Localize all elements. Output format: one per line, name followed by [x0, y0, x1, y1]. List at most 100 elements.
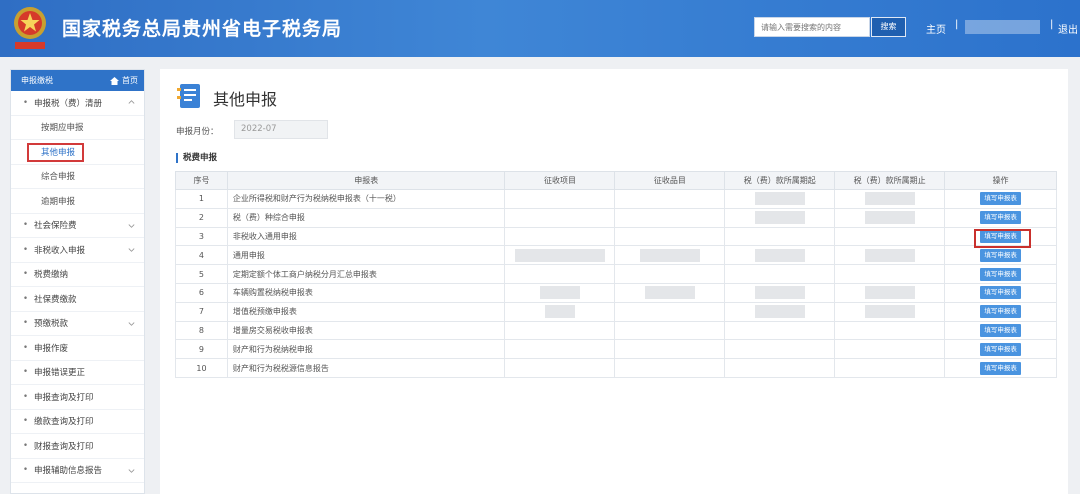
period-start	[724, 264, 836, 284]
user-name-redacted	[965, 20, 1040, 34]
levy-item	[504, 301, 616, 322]
fill-report-button[interactable]: 填写申报表	[980, 342, 1021, 356]
action-cell: 填写申报表	[944, 301, 1057, 322]
report-name: 定期定额个体工商户纳税分月汇总申报表	[226, 264, 506, 284]
row-number: 3	[175, 226, 228, 247]
levy-sub-item	[614, 358, 726, 378]
levy-item	[504, 226, 616, 247]
fill-report-button[interactable]: 填写申报表	[980, 248, 1021, 262]
bullet-icon: •	[23, 465, 29, 476]
bullet-icon: •	[23, 318, 29, 329]
chevron-down-icon	[128, 248, 135, 253]
fill-report-button[interactable]: 填写申报表	[980, 361, 1021, 375]
report-name: 车辆购置税纳税申报表	[226, 282, 506, 303]
redacted-value	[864, 286, 915, 300]
row-number: 9	[175, 339, 228, 360]
levy-sub-item	[614, 320, 726, 341]
row-number: 6	[175, 282, 228, 303]
header-separator: |	[955, 19, 959, 30]
period-end	[834, 189, 946, 209]
sidebar-item-label: 申报查询及打印	[34, 392, 94, 403]
action-cell: 填写申报表	[944, 207, 1057, 228]
sidebar-item-tax-payment[interactable]: • 税费缴纳	[11, 263, 144, 287]
levy-item	[504, 264, 616, 284]
sidebar-item-financial-query[interactable]: • 财报查询及打印	[11, 434, 144, 459]
bullet-icon: •	[23, 342, 29, 353]
report-name: 财产和行为税纳税申报	[226, 339, 506, 360]
sidebar-item-label: 非税收入申报	[34, 245, 86, 256]
sidebar-subitem-comprehensive[interactable]: 综合申报	[11, 165, 144, 189]
redacted-value	[864, 211, 915, 225]
levy-sub-item	[614, 301, 726, 322]
month-label: 申报月份：	[176, 127, 219, 137]
fill-report-button[interactable]: 填写申报表	[980, 192, 1021, 206]
button-highlight-box	[974, 229, 1031, 248]
sidebar-subitem-periodic[interactable]: 按期应申报	[11, 116, 144, 140]
bullet-icon: •	[23, 97, 29, 108]
fill-report-button[interactable]: 填写申报表	[980, 305, 1021, 319]
row-number: 8	[175, 320, 228, 341]
logout-link[interactable]: 退出	[1058, 21, 1078, 36]
levy-item	[504, 282, 616, 303]
redacted-value	[754, 192, 805, 206]
bullet-icon: •	[23, 244, 29, 255]
sidebar-item-prepaid[interactable]: • 预缴税款	[11, 312, 144, 336]
fill-report-button[interactable]: 填写申报表	[980, 286, 1021, 300]
action-cell: 填写申报表	[944, 264, 1057, 284]
site-title: 国家税务总局贵州省电子税务局	[62, 18, 343, 40]
month-field[interactable]: 2022-07	[234, 120, 328, 139]
tax-emblem-icon	[14, 7, 46, 49]
sidebar-item-correction[interactable]: • 申报错误更正	[11, 361, 144, 385]
page-title: 其他申报	[213, 90, 278, 109]
sidebar-item-label: 申报错误更正	[34, 368, 86, 379]
sidebar-item-label: 申报税（费）清册	[34, 98, 103, 109]
row-number: 7	[175, 301, 228, 322]
row-number: 5	[175, 264, 228, 284]
action-cell: 填写申报表	[944, 358, 1057, 378]
period-end	[834, 320, 946, 341]
table-row: 9 财产和行为税纳税申报 填写申报表	[175, 339, 1057, 360]
levy-item	[504, 189, 616, 209]
table-row: 8 增量房交易税收申报表 填写申报表	[175, 320, 1057, 341]
chevron-up-icon	[128, 100, 135, 104]
sidebar-item-label: 预缴税款	[34, 319, 69, 330]
fill-report-button[interactable]: 填写申报表	[980, 323, 1021, 337]
fill-report-button[interactable]: 填写申报表	[980, 267, 1021, 281]
bullet-icon: •	[23, 391, 29, 402]
chevron-down-icon	[128, 224, 135, 228]
sidebar-item-aux-report[interactable]: • 申报辅助信息报告	[11, 459, 144, 483]
period-end	[834, 358, 946, 378]
fill-report-button[interactable]: 填写申报表	[980, 211, 1021, 225]
sidebar-home-link[interactable]: 首页	[110, 75, 138, 86]
sidebar-item-social-insurance[interactable]: • 社会保险费	[11, 214, 144, 238]
sidebar-item-void[interactable]: • 申报作废	[11, 336, 144, 361]
home-link[interactable]: 主页	[926, 21, 946, 36]
sidebar-item-label: 财报查询及打印	[34, 441, 94, 452]
bullet-icon: •	[23, 293, 29, 304]
column-header: 操作	[944, 171, 1057, 190]
chevron-down-icon	[128, 322, 135, 326]
search-input[interactable]	[754, 17, 870, 37]
section-title: 税费申报	[176, 153, 217, 163]
column-header: 征收项目	[504, 171, 616, 190]
redacted-value	[754, 286, 805, 300]
sidebar-item-query-print[interactable]: • 申报查询及打印	[11, 385, 144, 410]
sidebar-item-declaration-list[interactable]: • 申报税（费）清册	[11, 91, 144, 116]
search-button[interactable]: 搜索	[871, 17, 906, 37]
report-name: 通用申报	[226, 245, 506, 266]
sidebar-item-social-payment[interactable]: • 社保费缴款	[11, 287, 144, 312]
sidebar-subitem-overdue[interactable]: 逾期申报	[11, 189, 144, 214]
sidebar-item-label: 社会保险费	[34, 221, 77, 232]
sidebar-item-label: 缴款查询及打印	[34, 417, 94, 428]
bullet-icon: •	[23, 269, 29, 280]
row-number: 10	[175, 358, 228, 378]
sidebar-item-nontax[interactable]: • 非税收入申报	[11, 238, 144, 263]
table-row: 5 定期定额个体工商户纳税分月汇总申报表 填写申报表	[175, 264, 1057, 284]
redacted-value	[864, 192, 915, 206]
report-name: 增值税预缴申报表	[226, 301, 506, 322]
main-panel: 其他申报 申报月份： 2022-07 税费申报 序号 申报表 征收项目 征收品目…	[160, 69, 1068, 494]
column-header: 税（费）款所属期止	[834, 171, 946, 190]
levy-sub-item	[614, 339, 726, 360]
levy-sub-item	[614, 282, 726, 303]
sidebar-item-payment-query[interactable]: • 缴款查询及打印	[11, 410, 144, 434]
